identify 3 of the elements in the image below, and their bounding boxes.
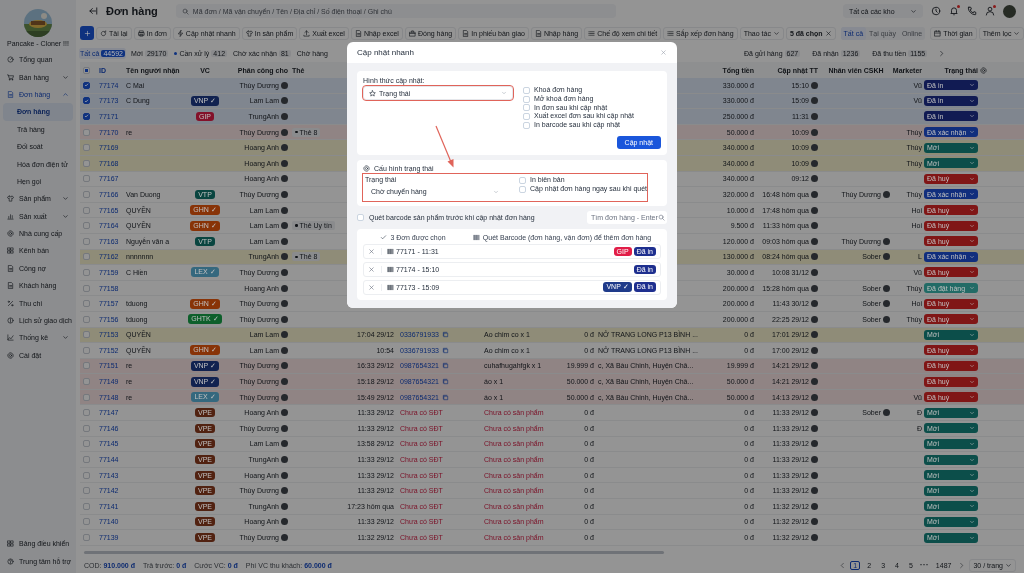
ellipsis: ··· bbox=[919, 560, 929, 570]
page-title: Đơn hàng bbox=[106, 5, 158, 17]
dialog-title: Cập nhật nhanh bbox=[357, 48, 414, 57]
